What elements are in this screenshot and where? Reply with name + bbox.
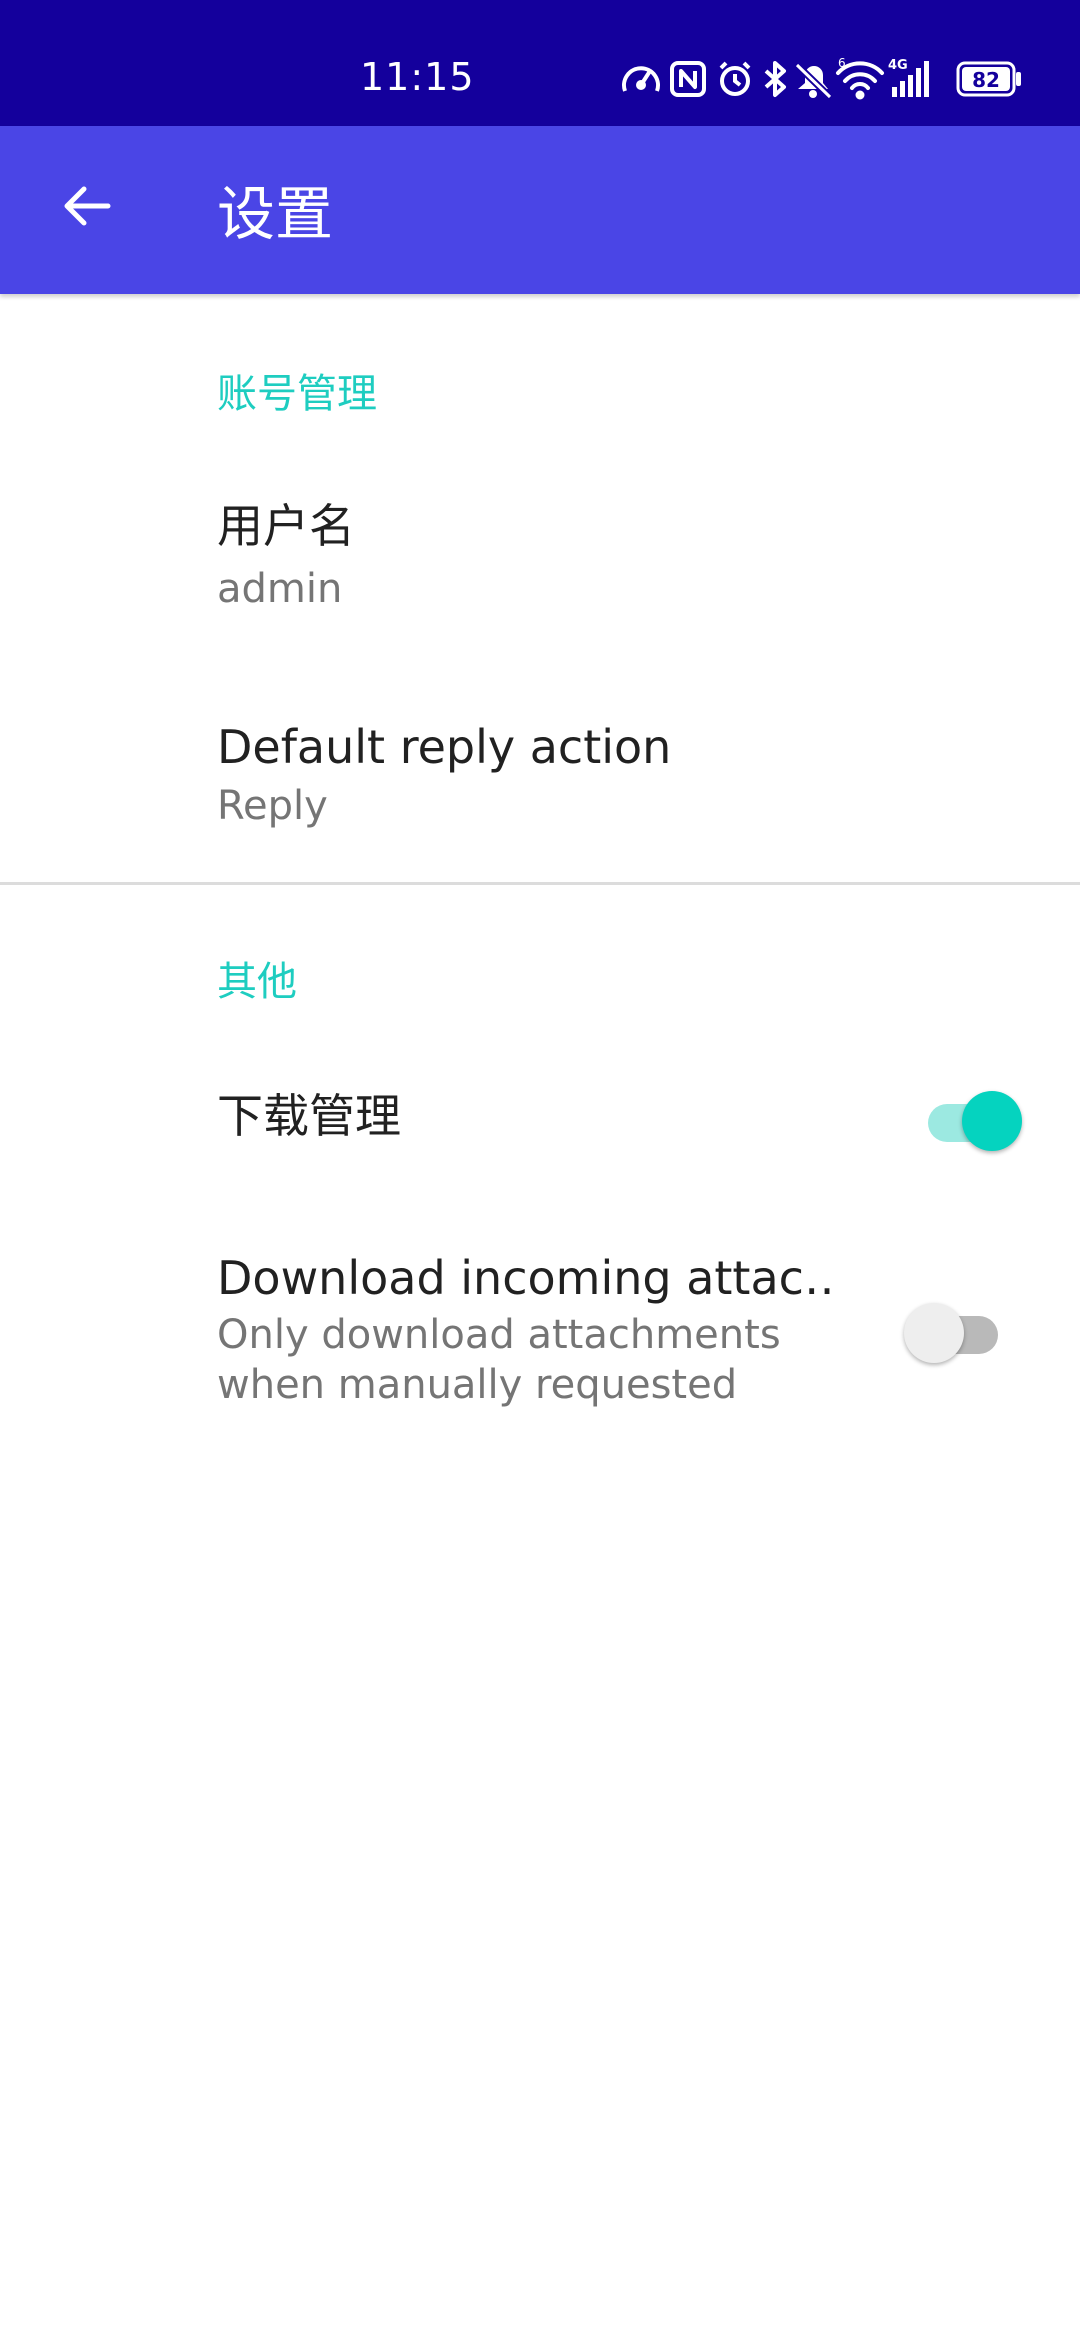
page-title: 设置: [217, 180, 334, 248]
status-bar: 11:15 6 4G 82: [0, 0, 1080, 126]
mute-bell-icon: [794, 62, 833, 100]
download-attachments-toggle[interactable]: [904, 1298, 1006, 1363]
pref-summary: admin: [217, 566, 343, 612]
switch-thumb: [962, 1091, 1022, 1151]
svg-text:6: 6: [838, 56, 846, 70]
pref-title: Default reply action: [217, 720, 672, 774]
download-management-toggle[interactable]: [922, 1086, 1022, 1151]
pref-username[interactable]: 用户名 admin: [0, 470, 1080, 660]
pref-title: 下载管理: [217, 1089, 401, 1143]
back-button[interactable]: [44, 164, 128, 248]
category-other: 其他: [217, 959, 297, 1005]
arrow-left-icon: [64, 186, 111, 226]
app-bar: 设置: [0, 126, 1080, 294]
status-time: 11:15: [360, 55, 475, 99]
category-account-management: 账号管理: [217, 371, 377, 417]
pref-title: Download incoming attac‥: [217, 1251, 835, 1305]
pref-default-reply-action[interactable]: Default reply action Reply: [0, 685, 1080, 875]
bluetooth-icon: [764, 61, 786, 97]
pref-download-management[interactable]: 下载管理: [0, 1050, 1080, 1190]
pref-summary-line2: when manually requested: [217, 1362, 738, 1408]
pref-summary-line1: Only download attachments: [217, 1312, 781, 1358]
status-icons: 6 4G 82: [620, 55, 1025, 103]
switch-thumb: [904, 1303, 964, 1363]
alarm-icon: [719, 61, 751, 96]
wifi-icon: 6: [836, 56, 884, 100]
signal-4g-icon: 4G: [888, 58, 929, 97]
pref-title: 用户名: [217, 499, 355, 553]
battery-level: 82: [972, 68, 1000, 92]
section-divider: [0, 882, 1080, 885]
battery-icon: 82: [956, 61, 1021, 97]
svg-text:4G: 4G: [888, 58, 908, 73]
pref-download-incoming-attachments[interactable]: Download incoming attac‥ Only download a…: [0, 1230, 1080, 1440]
speedometer-icon: [622, 66, 660, 92]
pref-summary: Reply: [217, 783, 328, 829]
nfc-icon: [670, 61, 706, 97]
